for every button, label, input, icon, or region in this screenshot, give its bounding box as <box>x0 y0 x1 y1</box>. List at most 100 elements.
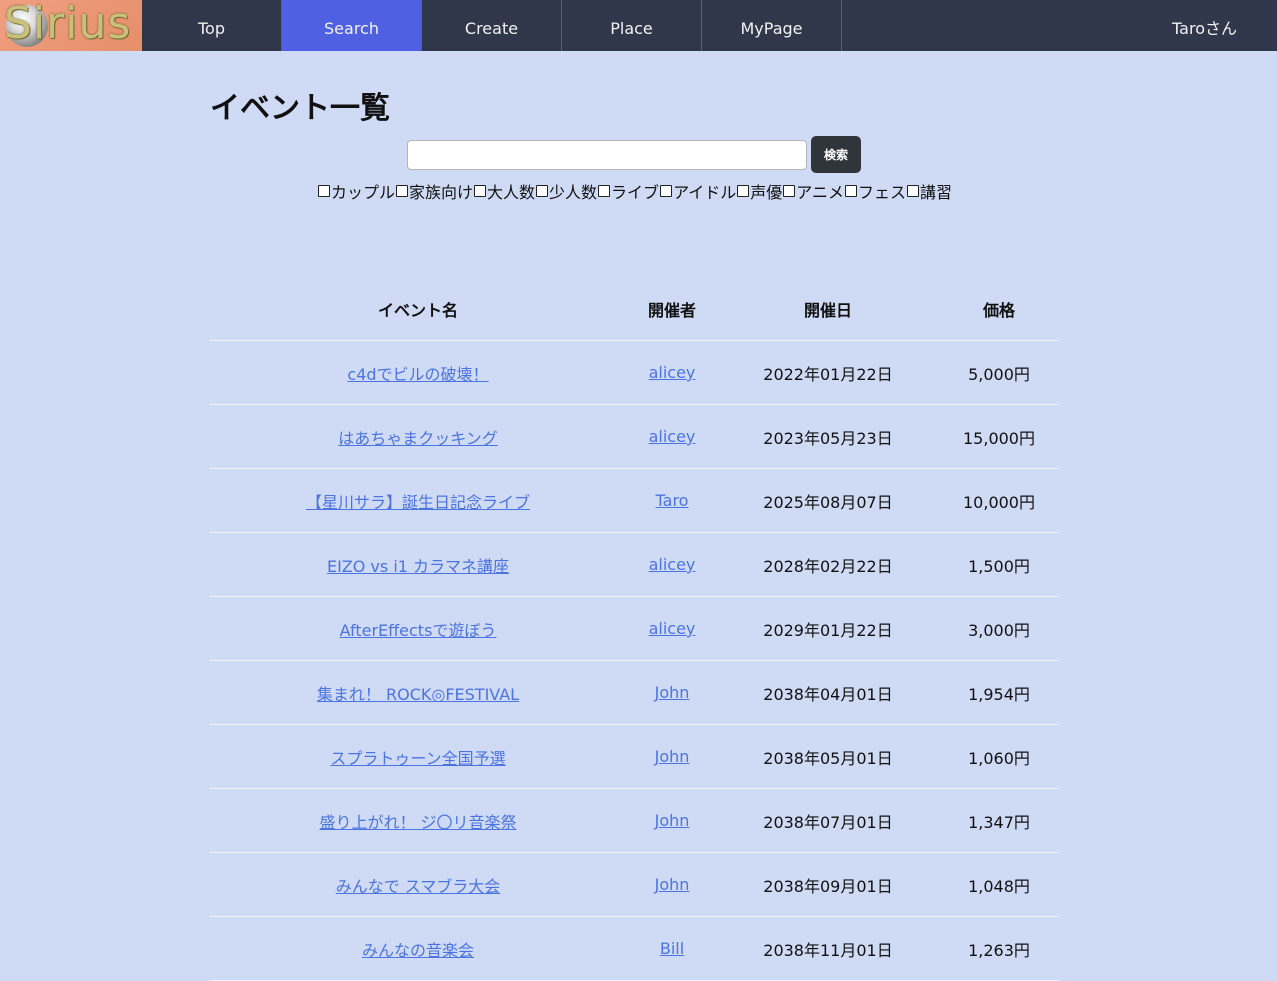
filter-voice-actor[interactable]: 声優 <box>736 179 782 203</box>
table-row: みんなで スマブラ大会 John 2038年09月01日 1,048円 <box>209 852 1059 917</box>
organizer-link[interactable]: Bill <box>660 939 684 958</box>
filter-label: アイドル <box>673 183 737 202</box>
nav-item-search[interactable]: Search <box>282 0 422 51</box>
filter-label: 講習 <box>919 183 952 202</box>
cell-organizer: alicey <box>627 340 717 405</box>
organizer-link[interactable]: alicey <box>649 555 696 574</box>
cell-date: 2038年05月01日 <box>717 724 939 789</box>
logo-text: Sirius <box>4 0 132 49</box>
organizer-link[interactable]: alicey <box>649 619 696 638</box>
organizer-link[interactable]: John <box>655 811 690 830</box>
table-row: はあちゃまクッキング alicey 2023年05月23日 15,000円 <box>209 404 1059 469</box>
filter-small-group[interactable]: 少人数 <box>535 179 597 203</box>
filter-label: 声優 <box>750 183 783 202</box>
checkbox[interactable] <box>598 185 611 197</box>
filter-fes[interactable]: フェス <box>844 179 906 203</box>
event-link[interactable]: みんなの音楽会 <box>362 941 474 960</box>
filter-label: カップル <box>330 183 395 202</box>
event-link[interactable]: 盛り上がれ！ ジ〇リ音楽祭 <box>319 813 516 832</box>
cell-price: 3,000円 <box>939 596 1059 661</box>
event-link[interactable]: c4dでビルの破壊！ <box>347 365 488 384</box>
table-row: スプラトゥーン全国予選 John 2038年05月01日 1,060円 <box>209 724 1059 789</box>
organizer-link[interactable]: John <box>655 683 690 702</box>
events-table: イベント名 開催者 開催日 価格 c4dでビルの破壊！ alicey 2022年… <box>209 277 1059 981</box>
filter-large-group[interactable]: 大人数 <box>473 179 535 203</box>
table-row: 盛り上がれ！ ジ〇リ音楽祭 John 2038年07月01日 1,347円 <box>209 788 1059 853</box>
event-link[interactable]: スプラトゥーン全国予選 <box>330 749 505 768</box>
cell-price: 1,500円 <box>939 532 1059 597</box>
checkbox[interactable] <box>783 185 796 197</box>
organizer-link[interactable]: Taro <box>656 491 689 510</box>
event-link[interactable]: 【星川サラ】誕生日記念ライブ <box>306 493 530 512</box>
filter-idol[interactable]: アイドル <box>659 179 736 203</box>
table-row: みんなの音楽会 Bill 2038年11月01日 1,263円 <box>209 916 1059 981</box>
checkbox[interactable] <box>474 185 487 197</box>
header-organizer: 開催者 <box>627 277 717 341</box>
table-row: EIZO vs i1 カラマネ講座 alicey 2028年02月22日 1,5… <box>209 532 1059 597</box>
event-link[interactable]: はあちゃまクッキング <box>338 429 498 448</box>
filter-couple[interactable]: カップル <box>317 179 395 203</box>
nav-item-place[interactable]: Place <box>562 0 702 51</box>
organizer-link[interactable]: John <box>655 875 690 894</box>
checkbox[interactable] <box>396 185 408 197</box>
cell-organizer: Taro <box>627 468 717 533</box>
nav-item-mypage[interactable]: MyPage <box>702 0 842 51</box>
cell-price: 1,954円 <box>939 660 1059 725</box>
table-row: 【星川サラ】誕生日記念ライブ Taro 2025年08月07日 10,000円 <box>209 468 1059 533</box>
nav-item-create[interactable]: Create <box>422 0 562 51</box>
nav-item-top[interactable]: Top <box>142 0 282 51</box>
filter-label: 少人数 <box>549 183 598 202</box>
filter-label: 大人数 <box>487 183 536 202</box>
cell-organizer: alicey <box>627 596 717 661</box>
table-row: 集まれ！ ROCK◎FESTIVAL John 2038年04月01日 1,95… <box>209 660 1059 725</box>
filter-label: フェス <box>857 183 906 202</box>
cell-organizer: alicey <box>627 404 717 469</box>
search-button[interactable]: 検索 <box>811 136 861 173</box>
cell-date: 2038年07月01日 <box>717 788 939 853</box>
organizer-link[interactable]: alicey <box>649 363 696 382</box>
filter-anime[interactable]: アニメ <box>782 179 844 203</box>
top-navbar: Sirius Top Search Create Place MyPage Ta… <box>0 0 1277 51</box>
checkbox[interactable] <box>317 185 330 197</box>
cell-event-name: みんなの音楽会 <box>209 916 627 981</box>
event-link[interactable]: 集まれ！ ROCK◎FESTIVAL <box>317 685 519 704</box>
cell-event-name: 盛り上がれ！ ジ〇リ音楽祭 <box>209 788 627 853</box>
cell-organizer: John <box>627 852 717 917</box>
cell-organizer: Bill <box>627 916 717 981</box>
filter-lecture[interactable]: 講習 <box>906 179 952 203</box>
checkbox[interactable] <box>844 185 857 197</box>
filter-label: 家族向け <box>409 183 474 202</box>
cell-date: 2025年08月07日 <box>717 468 939 533</box>
event-link[interactable]: AfterEffectsで遊ぼう <box>340 621 497 640</box>
header-event-name: イベント名 <box>209 277 627 341</box>
cell-organizer: alicey <box>627 532 717 597</box>
filter-label: ライブ <box>611 183 660 202</box>
search-input[interactable] <box>407 139 807 170</box>
table-row: c4dでビルの破壊！ alicey 2022年01月22日 5,000円 <box>209 340 1059 405</box>
filter-live[interactable]: ライブ <box>597 179 659 203</box>
checkbox[interactable] <box>906 185 919 197</box>
table-row: AfterEffectsで遊ぼう alicey 2029年01月22日 3,00… <box>209 596 1059 661</box>
checkbox[interactable] <box>737 185 750 197</box>
organizer-link[interactable]: John <box>655 747 690 766</box>
checkbox[interactable] <box>536 185 549 197</box>
cell-organizer: John <box>627 788 717 853</box>
sirius-logo[interactable]: Sirius <box>0 0 142 51</box>
event-link[interactable]: みんなで スマブラ大会 <box>336 877 501 896</box>
cell-event-name: 【星川サラ】誕生日記念ライブ <box>209 468 627 533</box>
category-filters: カップル 家族向け 大人数 少人数 ライブ アイドル 声優 アニメ フェス 講習 <box>0 179 1269 203</box>
cell-date: 2029年01月22日 <box>717 596 939 661</box>
cell-event-name: スプラトゥーン全国予選 <box>209 724 627 789</box>
filter-label: アニメ <box>796 183 844 202</box>
cell-date: 2028年02月22日 <box>717 532 939 597</box>
header-price: 価格 <box>939 277 1059 341</box>
cell-price: 15,000円 <box>939 404 1059 469</box>
filter-family[interactable]: 家族向け <box>395 179 473 203</box>
cell-price: 5,000円 <box>939 340 1059 405</box>
nav-user-link[interactable]: Taroさん <box>1172 0 1237 51</box>
checkbox[interactable] <box>660 185 673 197</box>
organizer-link[interactable]: alicey <box>649 427 696 446</box>
cell-price: 1,060円 <box>939 724 1059 789</box>
event-link[interactable]: EIZO vs i1 カラマネ講座 <box>327 557 509 576</box>
cell-date: 2038年11月01日 <box>717 916 939 981</box>
